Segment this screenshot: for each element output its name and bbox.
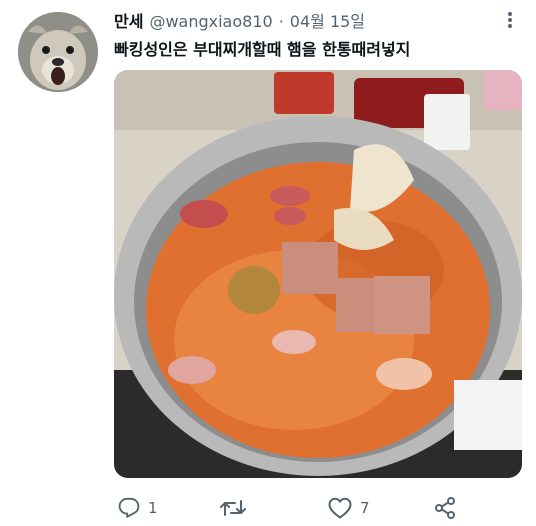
- like-button[interactable]: 7: [328, 492, 370, 524]
- avatar[interactable]: [18, 12, 98, 92]
- display-name[interactable]: 만세: [114, 8, 143, 32]
- share-icon: [435, 497, 455, 519]
- reply-button[interactable]: 1: [118, 492, 158, 524]
- separator: ·: [278, 12, 284, 31]
- reply-count: 1: [148, 499, 158, 517]
- more-icon: [508, 12, 512, 28]
- more-options-button[interactable]: [501, 10, 519, 30]
- handle[interactable]: @wangxiao810: [149, 12, 272, 31]
- share-button[interactable]: [434, 492, 456, 524]
- avatar-dog-image: [18, 12, 98, 92]
- reply-icon: [118, 497, 140, 518]
- retweet-button[interactable]: [220, 492, 254, 524]
- tweet-photo[interactable]: [114, 70, 522, 478]
- tweet-header: 만세 @wangxiao810 · 04월 15일: [114, 8, 365, 32]
- retweet-icon: [220, 500, 246, 516]
- budae-jjigae-photo: [114, 70, 522, 478]
- tweet-actions: 1 7: [114, 492, 514, 524]
- tweet-text: 빠킹성인은 부대찌개할때 햄을 한통때려넣지: [114, 40, 411, 59]
- tweet-date[interactable]: 04월 15일: [290, 8, 365, 32]
- like-icon: [328, 497, 352, 519]
- like-count: 7: [360, 499, 370, 517]
